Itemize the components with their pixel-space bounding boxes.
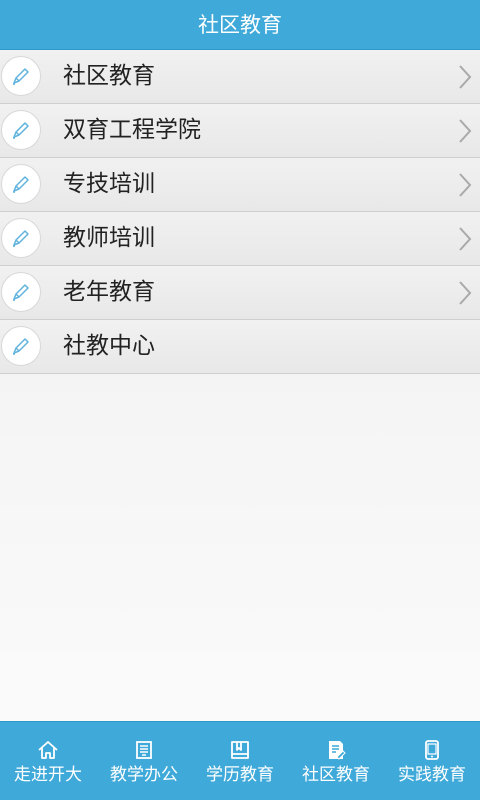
list-item-professional-training[interactable]: 专技培训 bbox=[0, 158, 480, 212]
pencil-icon bbox=[1, 326, 41, 366]
pencil-icon bbox=[1, 164, 41, 204]
document-edit-icon bbox=[329, 741, 346, 760]
title-bar: 社区教育 bbox=[0, 0, 480, 50]
monitor-icon bbox=[136, 741, 152, 759]
list-item-label: 专技培训 bbox=[63, 171, 155, 197]
list-item-senior-education[interactable]: 老年教育 bbox=[0, 266, 480, 320]
list-item-label: 社教中心 bbox=[63, 333, 155, 359]
tab-teaching-office[interactable]: 教学办公 bbox=[96, 722, 192, 800]
tab-label: 教学办公 bbox=[110, 765, 178, 785]
list-item-label: 社区教育 bbox=[63, 63, 155, 89]
list-item-label: 教师培训 bbox=[63, 225, 155, 251]
tab-label: 学历教育 bbox=[206, 765, 274, 785]
tab-practice-education[interactable]: 实践教育 bbox=[384, 722, 480, 800]
list-item-teacher-training[interactable]: 教师培训 bbox=[0, 212, 480, 266]
chevron-right-icon bbox=[459, 173, 472, 197]
book-icon bbox=[231, 741, 249, 759]
page-title: 社区教育 bbox=[198, 13, 282, 37]
tab-label: 实践教育 bbox=[398, 765, 466, 785]
phone-icon bbox=[425, 740, 439, 760]
list-item-social-education-center[interactable]: 社教中心 bbox=[0, 320, 480, 374]
menu-list: 社区教育 双育工程学院 专技培训 教师培训 老年教育 社教中心 bbox=[0, 50, 480, 374]
tab-label: 走进开大 bbox=[14, 765, 82, 785]
pencil-icon bbox=[1, 218, 41, 258]
chevron-right-icon bbox=[459, 65, 472, 89]
chevron-right-icon bbox=[459, 227, 472, 251]
tab-community-education[interactable]: 社区教育 bbox=[288, 722, 384, 800]
list-item-community-education[interactable]: 社区教育 bbox=[0, 50, 480, 104]
list-item-label: 双育工程学院 bbox=[63, 117, 201, 143]
bottom-tab-bar: 走进开大 教学办公 学历教育 社区教育 实践教育 bbox=[0, 721, 480, 800]
list-item-dual-education-college[interactable]: 双育工程学院 bbox=[0, 104, 480, 158]
chevron-right-icon bbox=[459, 281, 472, 305]
list-item-label: 老年教育 bbox=[63, 279, 155, 305]
pencil-icon bbox=[1, 110, 41, 150]
pencil-icon bbox=[1, 56, 41, 96]
tab-label: 社区教育 bbox=[302, 765, 370, 785]
home-icon bbox=[38, 741, 58, 759]
pencil-icon bbox=[1, 272, 41, 312]
tab-degree-education[interactable]: 学历教育 bbox=[192, 722, 288, 800]
tab-about[interactable]: 走进开大 bbox=[0, 722, 96, 800]
chevron-right-icon bbox=[459, 119, 472, 143]
